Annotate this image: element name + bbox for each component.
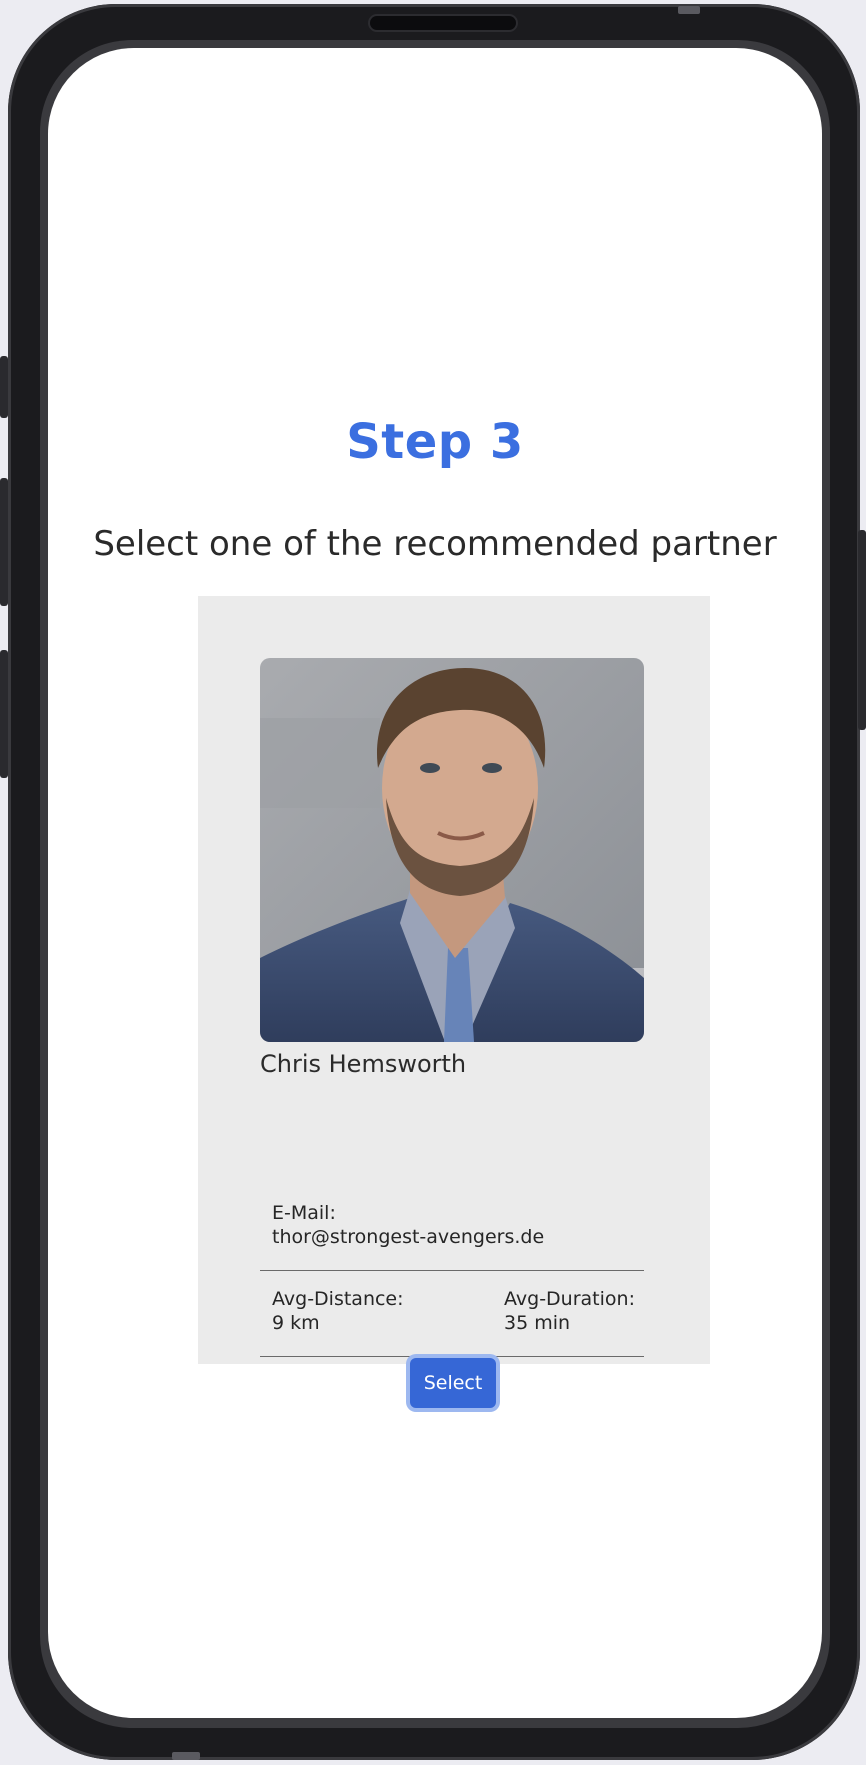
avg-distance-label: Avg-Distance: xyxy=(272,1288,404,1310)
avg-duration-value: 35 min xyxy=(504,1312,571,1334)
port-marker xyxy=(172,1752,200,1760)
divider xyxy=(260,1356,644,1357)
side-button xyxy=(0,650,8,778)
step-title: Step 3 xyxy=(346,414,524,470)
side-button xyxy=(0,478,8,606)
select-button[interactable]: Select xyxy=(410,1358,496,1408)
avg-duration-label: Avg-Duration: xyxy=(504,1288,635,1310)
speaker-grille xyxy=(370,16,516,30)
step-subtitle: Select one of the recommended partner xyxy=(93,524,777,564)
avg-distance-value: 9 km xyxy=(272,1312,320,1334)
partner-name: Chris Hemsworth xyxy=(260,1050,467,1078)
email-label: E-Mail: xyxy=(272,1202,336,1224)
phone-screen: Step 3 Select one of the recommended par… xyxy=(48,48,822,1718)
email-value: thor@strongest-avengers.de xyxy=(272,1226,545,1248)
side-button xyxy=(0,356,8,418)
partner-photo xyxy=(260,658,644,1042)
side-button xyxy=(858,530,866,730)
sensor-marker xyxy=(678,6,700,14)
partner-card: Chris Hemsworth E-Mail: thor@strongest-a… xyxy=(198,596,710,1408)
phone-frame: Step 3 Select one of the recommended par… xyxy=(8,4,860,1760)
divider xyxy=(260,1270,644,1271)
